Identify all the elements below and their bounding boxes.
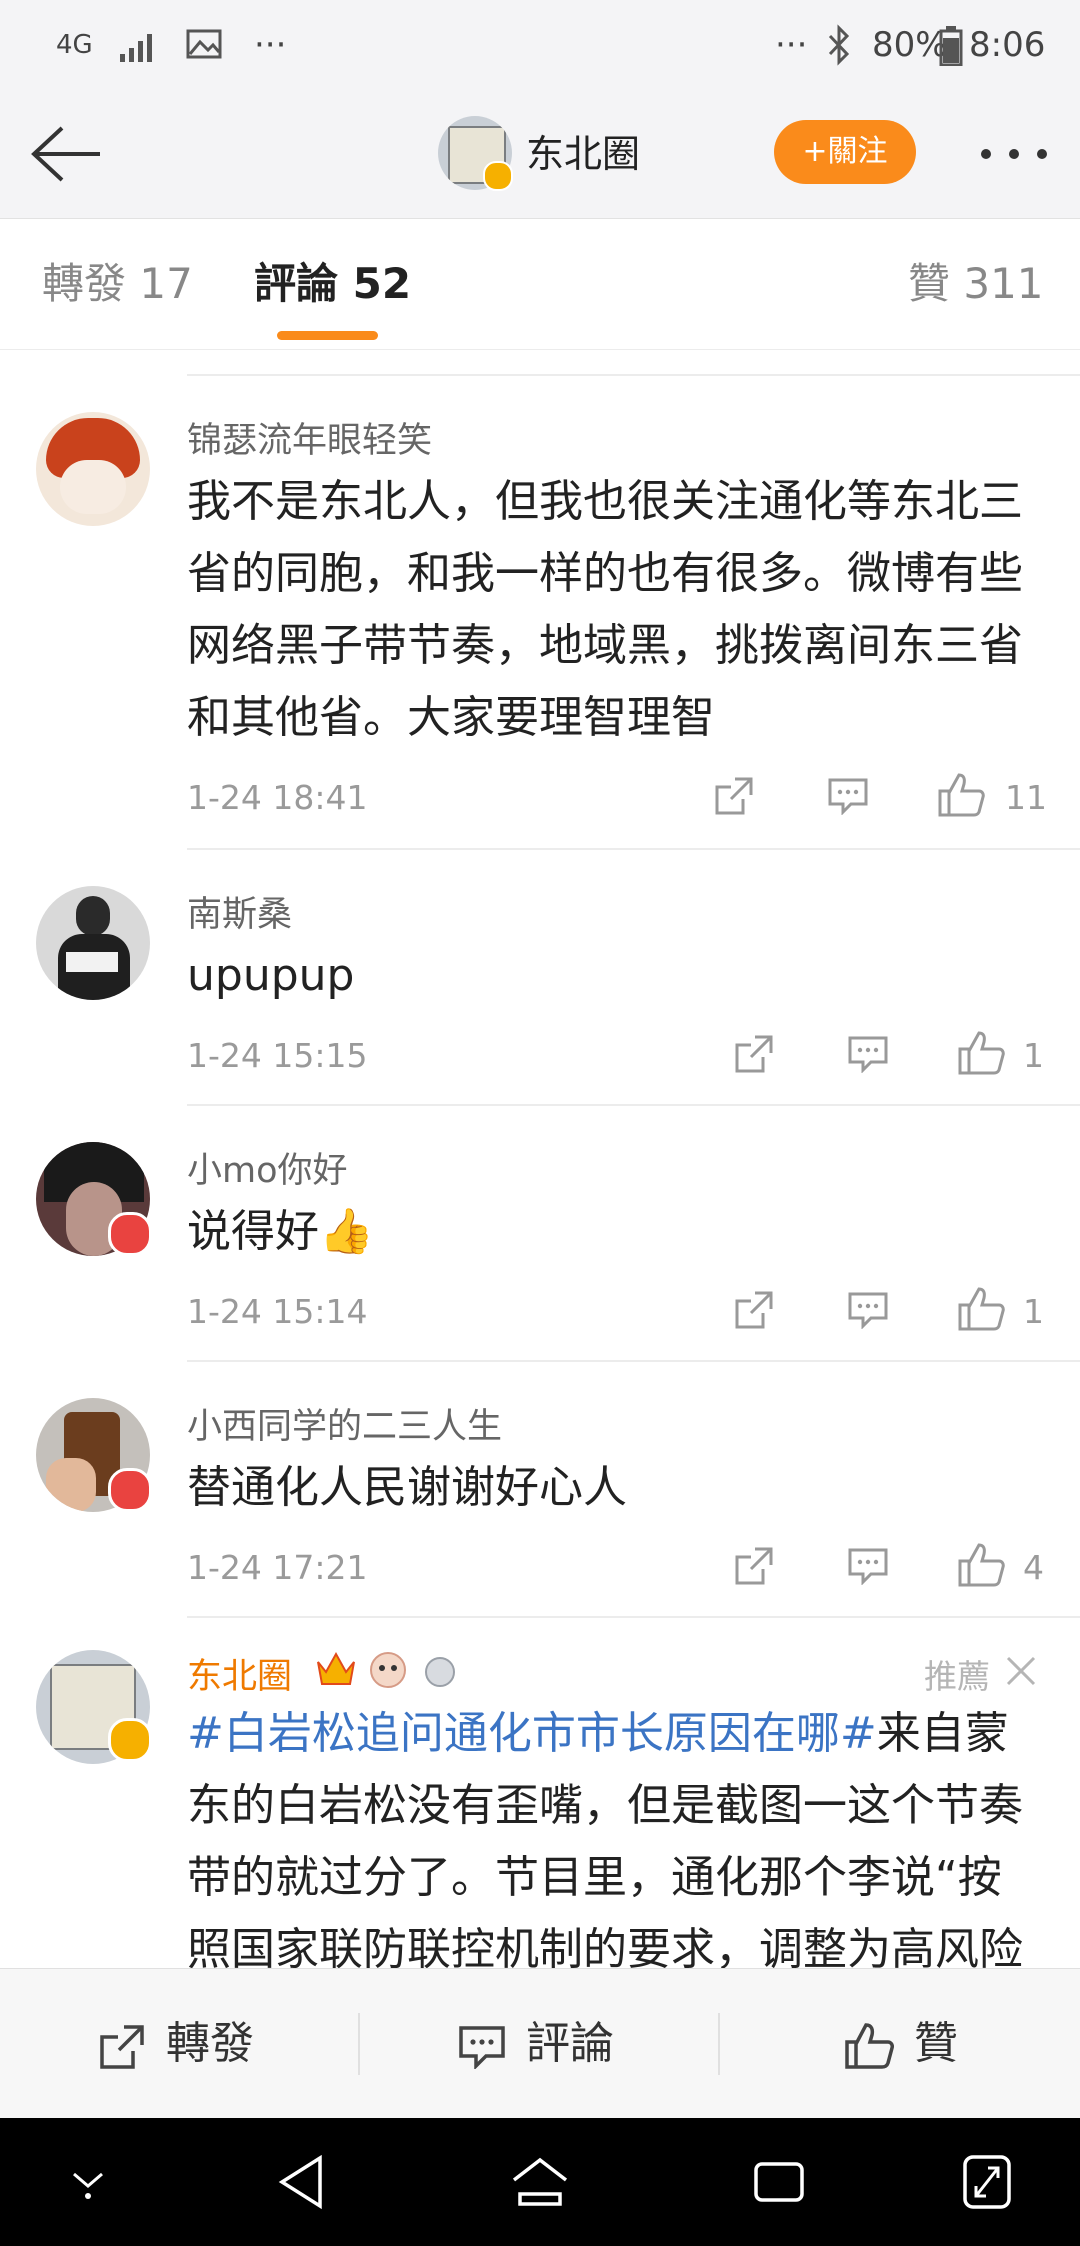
like-icon	[845, 2023, 894, 2069]
comment-text-line: 东的白岩松没有歪嘴，但是截图一这个节奏	[187, 1780, 1023, 1831]
comment-label: 評論	[526, 2018, 614, 2069]
tab-comments[interactable]: 評論 52	[254, 219, 411, 349]
comment-time: 1-24 15:14	[187, 1292, 368, 1331]
reply-icon[interactable]	[847, 1291, 889, 1329]
back-arrow-icon[interactable]	[30, 124, 104, 184]
image-icon	[186, 29, 222, 59]
clock: 8:06	[969, 25, 1046, 65]
like-count: 1	[1023, 1036, 1044, 1075]
comment-icon	[459, 2026, 505, 2069]
comment-text-line: 和其他省。大家要理智理智	[187, 692, 715, 743]
comment-username[interactable]: 小mo你好	[187, 1142, 348, 1193]
divider	[187, 1360, 1080, 1362]
comment-text-line: 替通化人民谢谢好心人	[187, 1462, 627, 1513]
comment-text: 说得好👍	[187, 1196, 1047, 1268]
like-label: 贊	[914, 2018, 958, 2069]
home-nav-icon[interactable]	[510, 2156, 570, 2208]
share-icon[interactable]	[713, 775, 755, 817]
hide-keyboard-icon[interactable]	[66, 2164, 110, 2200]
comment-button[interactable]: 評論	[360, 1969, 718, 2119]
comment-text: 替通化人民谢谢好心人	[187, 1452, 1047, 1524]
repost-button[interactable]: 轉發	[0, 1969, 358, 2119]
follow-button[interactable]: +關注	[774, 120, 916, 184]
comment-text-line: 带的就过分了。节目里，通化那个李说“按	[187, 1852, 1002, 1903]
comment-text-line: 省的同胞，和我一样的也有很多。微博有些	[187, 548, 1023, 599]
divider	[187, 374, 1080, 376]
battery-percent: 80%	[872, 25, 948, 65]
comment-text: 我不是东北人，但我也很关注通化等东北三 省的同胞，和我一样的也有很多。微博有些 …	[187, 466, 1047, 754]
like-count: 1	[1023, 1292, 1044, 1331]
like-icon[interactable]	[957, 1029, 1005, 1075]
system-nav-bar	[0, 2118, 1080, 2246]
like-icon[interactable]	[957, 1285, 1005, 1331]
signal-icon	[120, 34, 152, 62]
comment-username[interactable]: 锦瑟流年眼轻笑	[187, 412, 432, 463]
comment-username[interactable]: 东北圈	[187, 1648, 292, 1699]
bluetooth-icon	[828, 24, 850, 66]
comment-text: #白岩松追问通化市市长原因在哪#来自蒙 东的白岩松没有歪嘴，但是截图一这个节奏 …	[187, 1698, 1047, 1968]
active-tab-indicator	[277, 331, 378, 340]
share-icon[interactable]	[733, 1545, 775, 1587]
comment-time: 1-24 15:15	[187, 1036, 368, 1075]
tab-likes[interactable]: 贊 311	[908, 219, 1044, 349]
rotate-screen-icon[interactable]	[962, 2154, 1012, 2210]
reply-icon[interactable]	[847, 1547, 889, 1585]
like-icon[interactable]	[937, 771, 985, 817]
comment-username[interactable]: 小西同学的二三人生	[187, 1398, 502, 1449]
repost-label: 轉發	[166, 2018, 254, 2069]
like-button[interactable]: 贊	[720, 1969, 1080, 2119]
comment-text-line: upupup	[187, 950, 355, 1001]
verified-badge-icon	[108, 1718, 152, 1762]
divider	[187, 1616, 1080, 1618]
user-avatar[interactable]	[36, 412, 150, 526]
network-indicator: 4G	[56, 30, 93, 60]
member-badge-icon	[108, 1212, 152, 1256]
comment-username[interactable]: 南斯桑	[187, 886, 292, 937]
tab-reposts[interactable]: 轉發 17	[42, 219, 193, 349]
crown-icon	[317, 1651, 355, 1685]
share-icon[interactable]	[733, 1289, 775, 1331]
like-count: 11	[1005, 778, 1047, 817]
recommended-label: 推薦	[924, 1657, 990, 1696]
more-notifications-icon: ···	[254, 25, 287, 65]
comment-text-line: 照国家联防联控机制的要求，调整为高风险	[187, 1924, 1023, 1968]
like-icon[interactable]	[957, 1541, 1005, 1587]
tab-bar: 轉發 17 評論 52 贊 311	[0, 219, 1080, 350]
divider	[187, 848, 1080, 850]
comment-text: upupup	[187, 940, 1047, 1012]
more-options-icon[interactable]	[978, 146, 1050, 162]
reply-icon[interactable]	[827, 777, 869, 815]
repost-icon	[100, 2025, 144, 2069]
recommended-comment: 东北圈 推薦 #白岩松追问通化市市长原因在哪#来自蒙 东的白岩松没有歪嘴，但是截…	[0, 1648, 1080, 1968]
bottom-action-bar: 轉發 評論 贊	[0, 1968, 1080, 2119]
comment-text-line: 说得好👍	[187, 1206, 374, 1257]
like-count: 4	[1023, 1548, 1044, 1587]
user-avatar[interactable]	[36, 886, 150, 1000]
post-header: 东北圈 +關注	[0, 90, 1080, 219]
close-icon[interactable]	[1004, 1654, 1038, 1688]
comment-text-span: 来自蒙	[876, 1708, 1009, 1759]
reply-icon[interactable]	[847, 1035, 889, 1073]
verified-badge-icon	[483, 161, 513, 191]
recent-apps-icon[interactable]	[752, 2160, 806, 2204]
comment-text-line: #白岩松追问通化市市长原因在哪#来自蒙	[187, 1698, 1047, 1770]
battery-icon	[939, 26, 963, 66]
comment-text-line: 网络黑子带节奏，地域黑，挑拨离间东三省	[187, 620, 1023, 671]
comment-time: 1-24 17:21	[187, 1548, 368, 1587]
comment-time: 1-24 18:41	[187, 778, 368, 817]
member-badge-icon	[108, 1468, 152, 1512]
comment-text-line: 我不是东北人，但我也很关注通化等东北三	[187, 476, 1023, 527]
medal-icon	[425, 1657, 455, 1687]
more-status-icon: ···	[775, 25, 808, 65]
back-nav-icon[interactable]	[276, 2154, 326, 2210]
account-name[interactable]: 东北圈	[526, 90, 640, 218]
status-bar: 4G ··· ··· 80% 8:06	[0, 0, 1080, 90]
divider	[187, 1104, 1080, 1106]
share-icon[interactable]	[733, 1033, 775, 1075]
hashtag-link[interactable]: #白岩松追问通化市市长原因在哪#	[187, 1708, 877, 1759]
fan-badge-icon	[370, 1652, 406, 1688]
